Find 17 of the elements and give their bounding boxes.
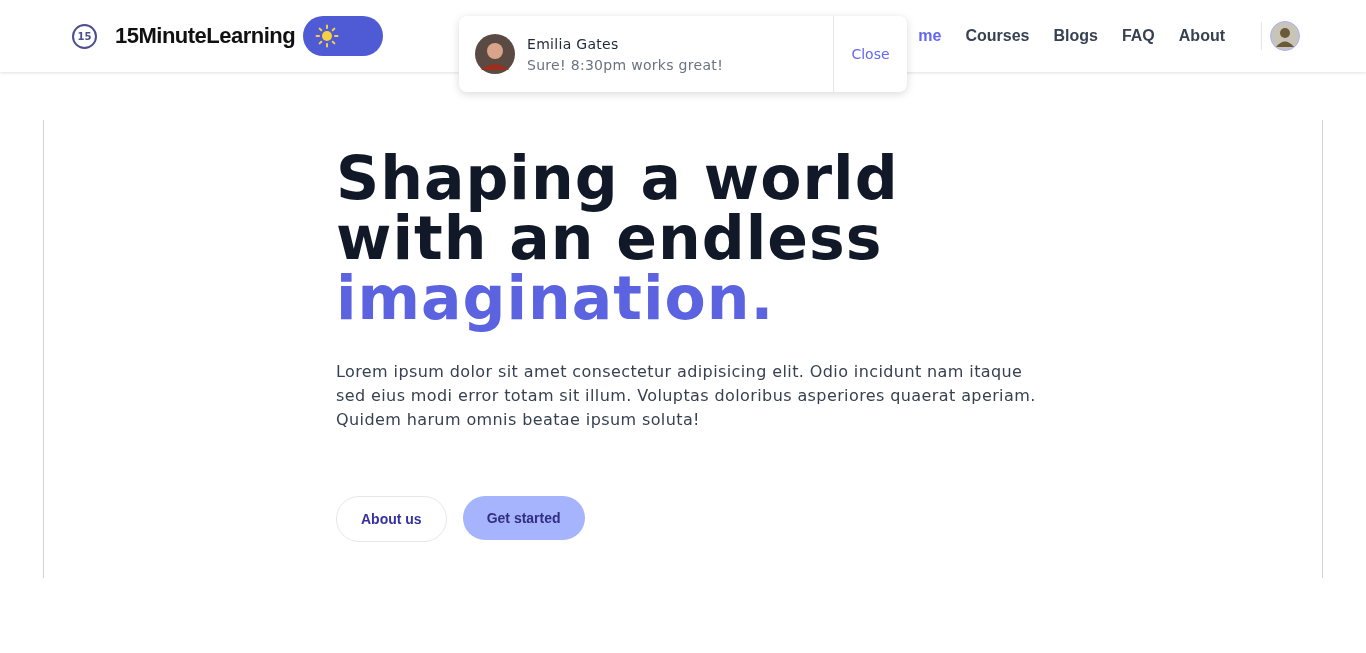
avatar[interactable] <box>1270 21 1300 51</box>
nav-link[interactable]: FAQ <box>1121 27 1155 45</box>
nav-link[interactable]: me <box>918 27 942 45</box>
theme-toggle[interactable] <box>303 16 384 56</box>
hero-paragraph: Lorem ipsum dolor sit amet consectetur adipisicing elit. Odio incidunt nam itaque sed eius modi error totam sit illum. Voluptas doloribus asperiores quaerat aperiam. Quidem harum omnis beatae ipsum soluta! <box>336 361 1036 431</box>
sender-name: Emilia Gates <box>527 35 620 52</box>
nav-link[interactable]: About <box>1178 27 1225 45</box>
close-button[interactable]: Close <box>833 16 907 92</box>
about-button[interactable]: About us <box>336 496 447 542</box>
sun-icon <box>315 24 340 48</box>
get-started-button[interactable]: Get started <box>462 496 585 540</box>
nav-link[interactable]: Courses <box>965 27 1030 45</box>
message-text: Sure! 8:30pm works great! <box>527 56 724 73</box>
avatar <box>475 34 515 74</box>
nav-link[interactable]: Blogs <box>1053 27 1098 45</box>
logo-icon: 15 <box>72 23 97 49</box>
brand-name: 15MinuteLearning <box>115 23 296 49</box>
